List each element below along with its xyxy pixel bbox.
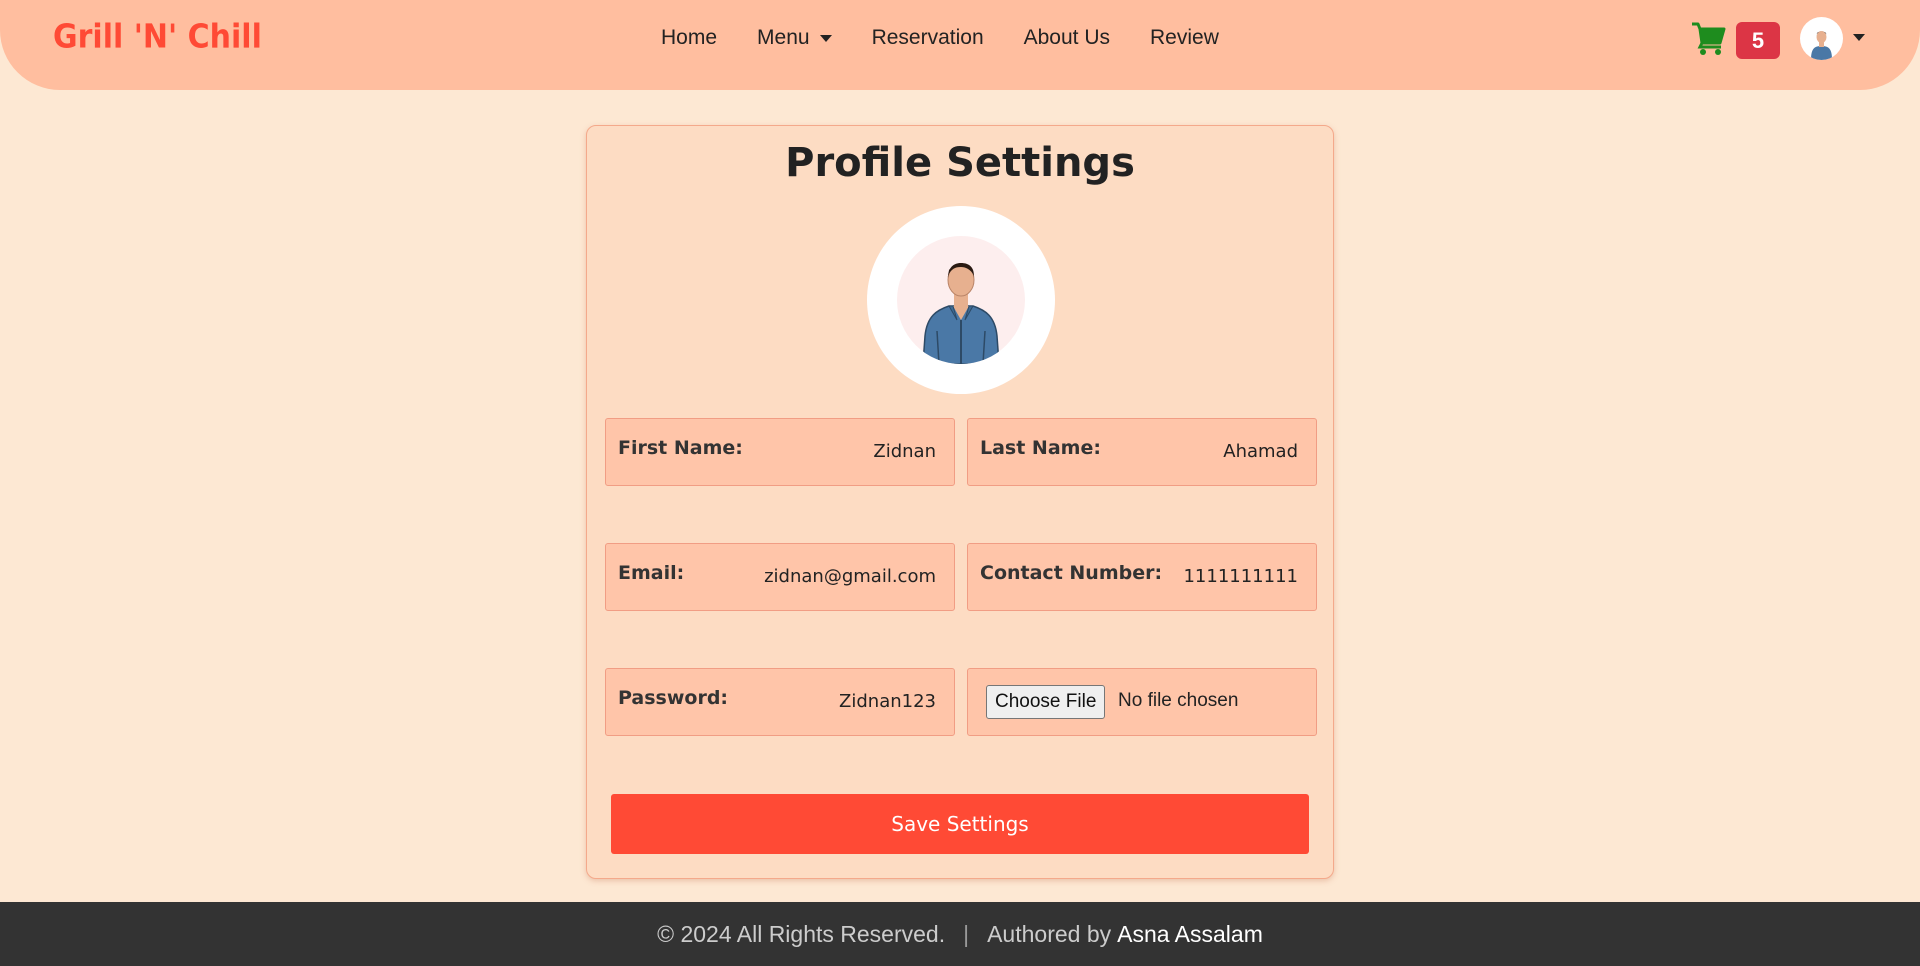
- nav-links: Home Menu Reservation About Us Review: [661, 26, 1259, 50]
- contact-number-label: Contact Number:: [980, 562, 1163, 584]
- nav-menu-dropdown[interactable]: Menu: [757, 26, 832, 50]
- chevron-down-icon: [819, 34, 832, 42]
- email-value[interactable]: zidnan@gmail.com: [764, 566, 936, 587]
- file-status-text: No file chosen: [1118, 690, 1239, 711]
- profile-settings-card: Profile Settings First Name: Zidnan Last…: [586, 125, 1334, 879]
- avatar-dropdown-caret-icon[interactable]: [1853, 34, 1865, 41]
- password-label: Password:: [618, 687, 729, 709]
- last-name-label: Last Name:: [980, 437, 1101, 459]
- profile-picture: [867, 206, 1055, 394]
- contact-number-value[interactable]: 1111111111: [1183, 566, 1298, 587]
- nav-about-us[interactable]: About Us: [1024, 26, 1110, 50]
- first-name-label: First Name:: [618, 437, 743, 459]
- profile-picture-inner: [897, 236, 1025, 364]
- nav-menu-label: Menu: [757, 26, 810, 49]
- contact-number-field[interactable]: Contact Number: 1111111111: [967, 543, 1317, 611]
- profile-image-upload-field: Choose File No file chosen: [967, 668, 1317, 736]
- cart-count-badge[interactable]: 5: [1736, 22, 1780, 59]
- nav-home-label: Home: [661, 26, 718, 49]
- footer-authored-by: Authored by: [987, 920, 1112, 947]
- last-name-field[interactable]: Last Name: Ahamad: [967, 418, 1317, 486]
- nav-reservation[interactable]: Reservation: [872, 26, 984, 50]
- first-name-value[interactable]: Zidnan: [873, 441, 936, 462]
- choose-file-button[interactable]: Choose File: [986, 685, 1106, 719]
- cart-icon[interactable]: [1690, 19, 1728, 57]
- first-name-field[interactable]: First Name: Zidnan: [605, 418, 955, 486]
- email-label: Email:: [618, 562, 685, 584]
- save-settings-button[interactable]: Save Settings: [611, 794, 1309, 854]
- person-avatar-icon: [922, 263, 1000, 364]
- nav-review[interactable]: Review: [1150, 26, 1219, 50]
- nav-home[interactable]: Home: [661, 26, 717, 50]
- nav-review-label: Review: [1150, 26, 1219, 49]
- user-avatar[interactable]: [1800, 17, 1843, 60]
- footer-author-name[interactable]: Asna Assalam: [1117, 921, 1263, 948]
- footer: © 2024 All Rights Reserved. | Authored b…: [0, 902, 1920, 966]
- last-name-value[interactable]: Ahamad: [1223, 441, 1298, 462]
- footer-separator: |: [963, 920, 970, 947]
- nav-reservation-label: Reservation: [871, 26, 984, 49]
- footer-copyright: © 2024 All Rights Reserved.: [657, 920, 946, 947]
- brand-logo[interactable]: Grill 'N' Chill: [53, 18, 262, 57]
- person-icon: [1811, 31, 1832, 60]
- password-value[interactable]: Zidnan123: [839, 691, 936, 712]
- page-title: Profile Settings: [785, 140, 1135, 186]
- nav-about-label: About Us: [1023, 26, 1111, 49]
- navbar: Grill 'N' Chill Home Menu Reservation Ab…: [0, 0, 1920, 90]
- password-field[interactable]: Password: Zidnan123: [605, 668, 955, 736]
- email-field[interactable]: Email: zidnan@gmail.com: [605, 543, 955, 611]
